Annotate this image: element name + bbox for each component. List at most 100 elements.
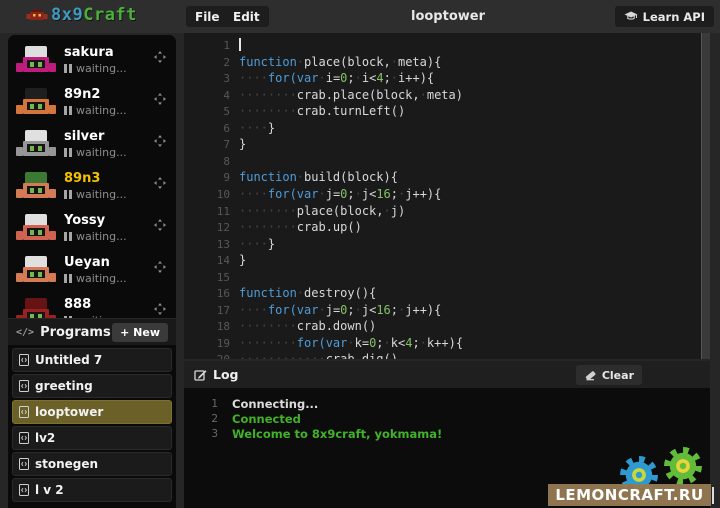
code-line[interactable]: 16function·destroy(){ bbox=[184, 285, 376, 302]
code-token: · bbox=[355, 187, 362, 201]
logo-text: 8x9Craft bbox=[51, 5, 137, 25]
code-line[interactable]: 17····for(var·j=0;·j<16;·j++){ bbox=[184, 302, 441, 319]
player-status-text: waiting... bbox=[76, 230, 127, 243]
new-program-button[interactable]: + New bbox=[112, 323, 168, 342]
player-status: waiting... bbox=[64, 188, 127, 201]
code-editor[interactable]: 12function·place(block,·meta){3····for(v… bbox=[184, 33, 710, 359]
code-line[interactable]: 3····for(var·i=0;·i<4;·i++){ bbox=[184, 70, 434, 87]
line-number: 9 bbox=[184, 170, 239, 186]
code-line[interactable]: 10····for(var·j=0;·j<16;·j++){ bbox=[184, 186, 441, 203]
program-item[interactable]: l v 2 bbox=[12, 478, 172, 502]
code-token: j< bbox=[362, 303, 376, 317]
code-token: ···· bbox=[239, 71, 268, 85]
code-line[interactable]: 1 bbox=[184, 37, 241, 54]
player-row[interactable]: Yossywaiting... bbox=[8, 211, 176, 253]
line-number: 3 bbox=[184, 71, 239, 87]
code-token: meta) bbox=[427, 88, 463, 102]
code-line[interactable]: 11········place(block,·j) bbox=[184, 203, 405, 220]
player-status-text: waiting... bbox=[76, 62, 127, 75]
player-status: waiting... bbox=[64, 272, 127, 285]
code-token: function bbox=[239, 286, 297, 300]
move-player-icon[interactable] bbox=[154, 300, 166, 318]
program-item[interactable]: Untitled 7 bbox=[12, 348, 172, 372]
move-player-icon[interactable] bbox=[154, 258, 166, 277]
line-number: 8 bbox=[184, 154, 239, 170]
code-token: i++){ bbox=[398, 71, 434, 85]
player-name: 89n2 bbox=[64, 87, 100, 102]
code-line[interactable]: 19········for(var·k=0;·k<4;·k++){ bbox=[184, 335, 463, 352]
code-token: for(var bbox=[268, 71, 319, 85]
text-cursor bbox=[239, 38, 241, 51]
code-token: for(var bbox=[297, 336, 348, 350]
scrollbar-thumb[interactable] bbox=[701, 33, 710, 359]
code-line[interactable]: 15 bbox=[184, 269, 239, 286]
code-token: · bbox=[391, 55, 398, 69]
code-line[interactable]: 14} bbox=[184, 252, 246, 269]
player-avatar bbox=[16, 256, 56, 285]
code-token: · bbox=[384, 204, 391, 218]
move-player-icon[interactable] bbox=[154, 90, 166, 109]
code-token: ; bbox=[412, 336, 419, 350]
player-row[interactable]: silverwaiting... bbox=[8, 127, 176, 169]
line-number: 7 bbox=[184, 137, 239, 153]
player-row[interactable]: Ueyanwaiting... bbox=[8, 253, 176, 295]
program-item[interactable]: stonegen bbox=[12, 452, 172, 476]
code-token: crab.turnLeft() bbox=[297, 104, 405, 118]
crab-logo-icon bbox=[26, 8, 48, 23]
move-player-icon[interactable] bbox=[154, 48, 166, 67]
code-token: · bbox=[297, 286, 304, 300]
player-row[interactable]: 89n2waiting... bbox=[8, 85, 176, 127]
player-row[interactable]: 89n3waiting... bbox=[8, 169, 176, 211]
code-line[interactable]: 4········crab.place(block,·meta) bbox=[184, 87, 463, 104]
move-player-icon[interactable] bbox=[154, 216, 166, 235]
move-player-icon[interactable] bbox=[154, 174, 166, 193]
player-avatar bbox=[16, 88, 56, 117]
player-row[interactable]: 888waiting... bbox=[8, 295, 176, 318]
line-number: 15 bbox=[184, 270, 239, 286]
log-line-number: 2 bbox=[184, 413, 232, 425]
log-title: Log bbox=[213, 367, 239, 382]
code-token: · bbox=[420, 88, 427, 102]
code-token: ; bbox=[347, 187, 354, 201]
pause-icon bbox=[64, 232, 72, 241]
code-line[interactable]: 8 bbox=[184, 153, 239, 170]
line-number: 2 bbox=[184, 55, 239, 71]
code-token: ; bbox=[347, 71, 354, 85]
code-line[interactable]: 18········crab.down() bbox=[184, 318, 376, 335]
clear-log-button[interactable]: Clear bbox=[576, 365, 642, 385]
player-row[interactable]: sakurawaiting... bbox=[8, 43, 176, 85]
code-token: place(block, bbox=[304, 55, 391, 69]
code-line[interactable]: 20············crab.dig() bbox=[184, 351, 398, 359]
line-number: 20 bbox=[184, 352, 239, 359]
player-avatar bbox=[16, 172, 56, 201]
code-token: i< bbox=[362, 71, 376, 85]
code-line[interactable]: 5········crab.turnLeft() bbox=[184, 103, 405, 120]
code-token: j++){ bbox=[405, 303, 441, 317]
player-list: sakurawaiting...89n2waiting...silverwait… bbox=[8, 35, 176, 318]
code-token: · bbox=[297, 170, 304, 184]
top-bar: 8x9Craft File Edit looptower Learn API bbox=[0, 0, 720, 33]
code-line[interactable]: 9function·build(block){ bbox=[184, 169, 398, 186]
learn-api-button[interactable]: Learn API bbox=[615, 6, 714, 27]
code-token: crab.place(block, bbox=[297, 88, 420, 102]
code-line[interactable]: 6····} bbox=[184, 120, 275, 137]
code-line[interactable]: 13····} bbox=[184, 236, 275, 253]
code-token: ; bbox=[384, 71, 391, 85]
move-player-icon[interactable] bbox=[154, 132, 166, 151]
code-line[interactable]: 2function·place(block,·meta){ bbox=[184, 54, 441, 71]
line-number: 1 bbox=[184, 38, 239, 54]
code-line[interactable]: 12········crab.up() bbox=[184, 219, 362, 236]
line-number: 4 bbox=[184, 88, 239, 104]
program-label: lv2 bbox=[35, 431, 55, 445]
code-token: ; bbox=[347, 303, 354, 317]
program-label: greeting bbox=[35, 379, 93, 393]
program-item[interactable]: looptower bbox=[12, 400, 172, 424]
line-number: 6 bbox=[184, 121, 239, 137]
code-token: } bbox=[239, 253, 246, 267]
player-status-text: waiting... bbox=[76, 146, 127, 159]
code-brackets-icon: </> bbox=[16, 327, 34, 338]
program-item[interactable]: greeting bbox=[12, 374, 172, 398]
player-avatar bbox=[16, 298, 56, 318]
program-item[interactable]: lv2 bbox=[12, 426, 172, 450]
code-line[interactable]: 7} bbox=[184, 136, 246, 153]
